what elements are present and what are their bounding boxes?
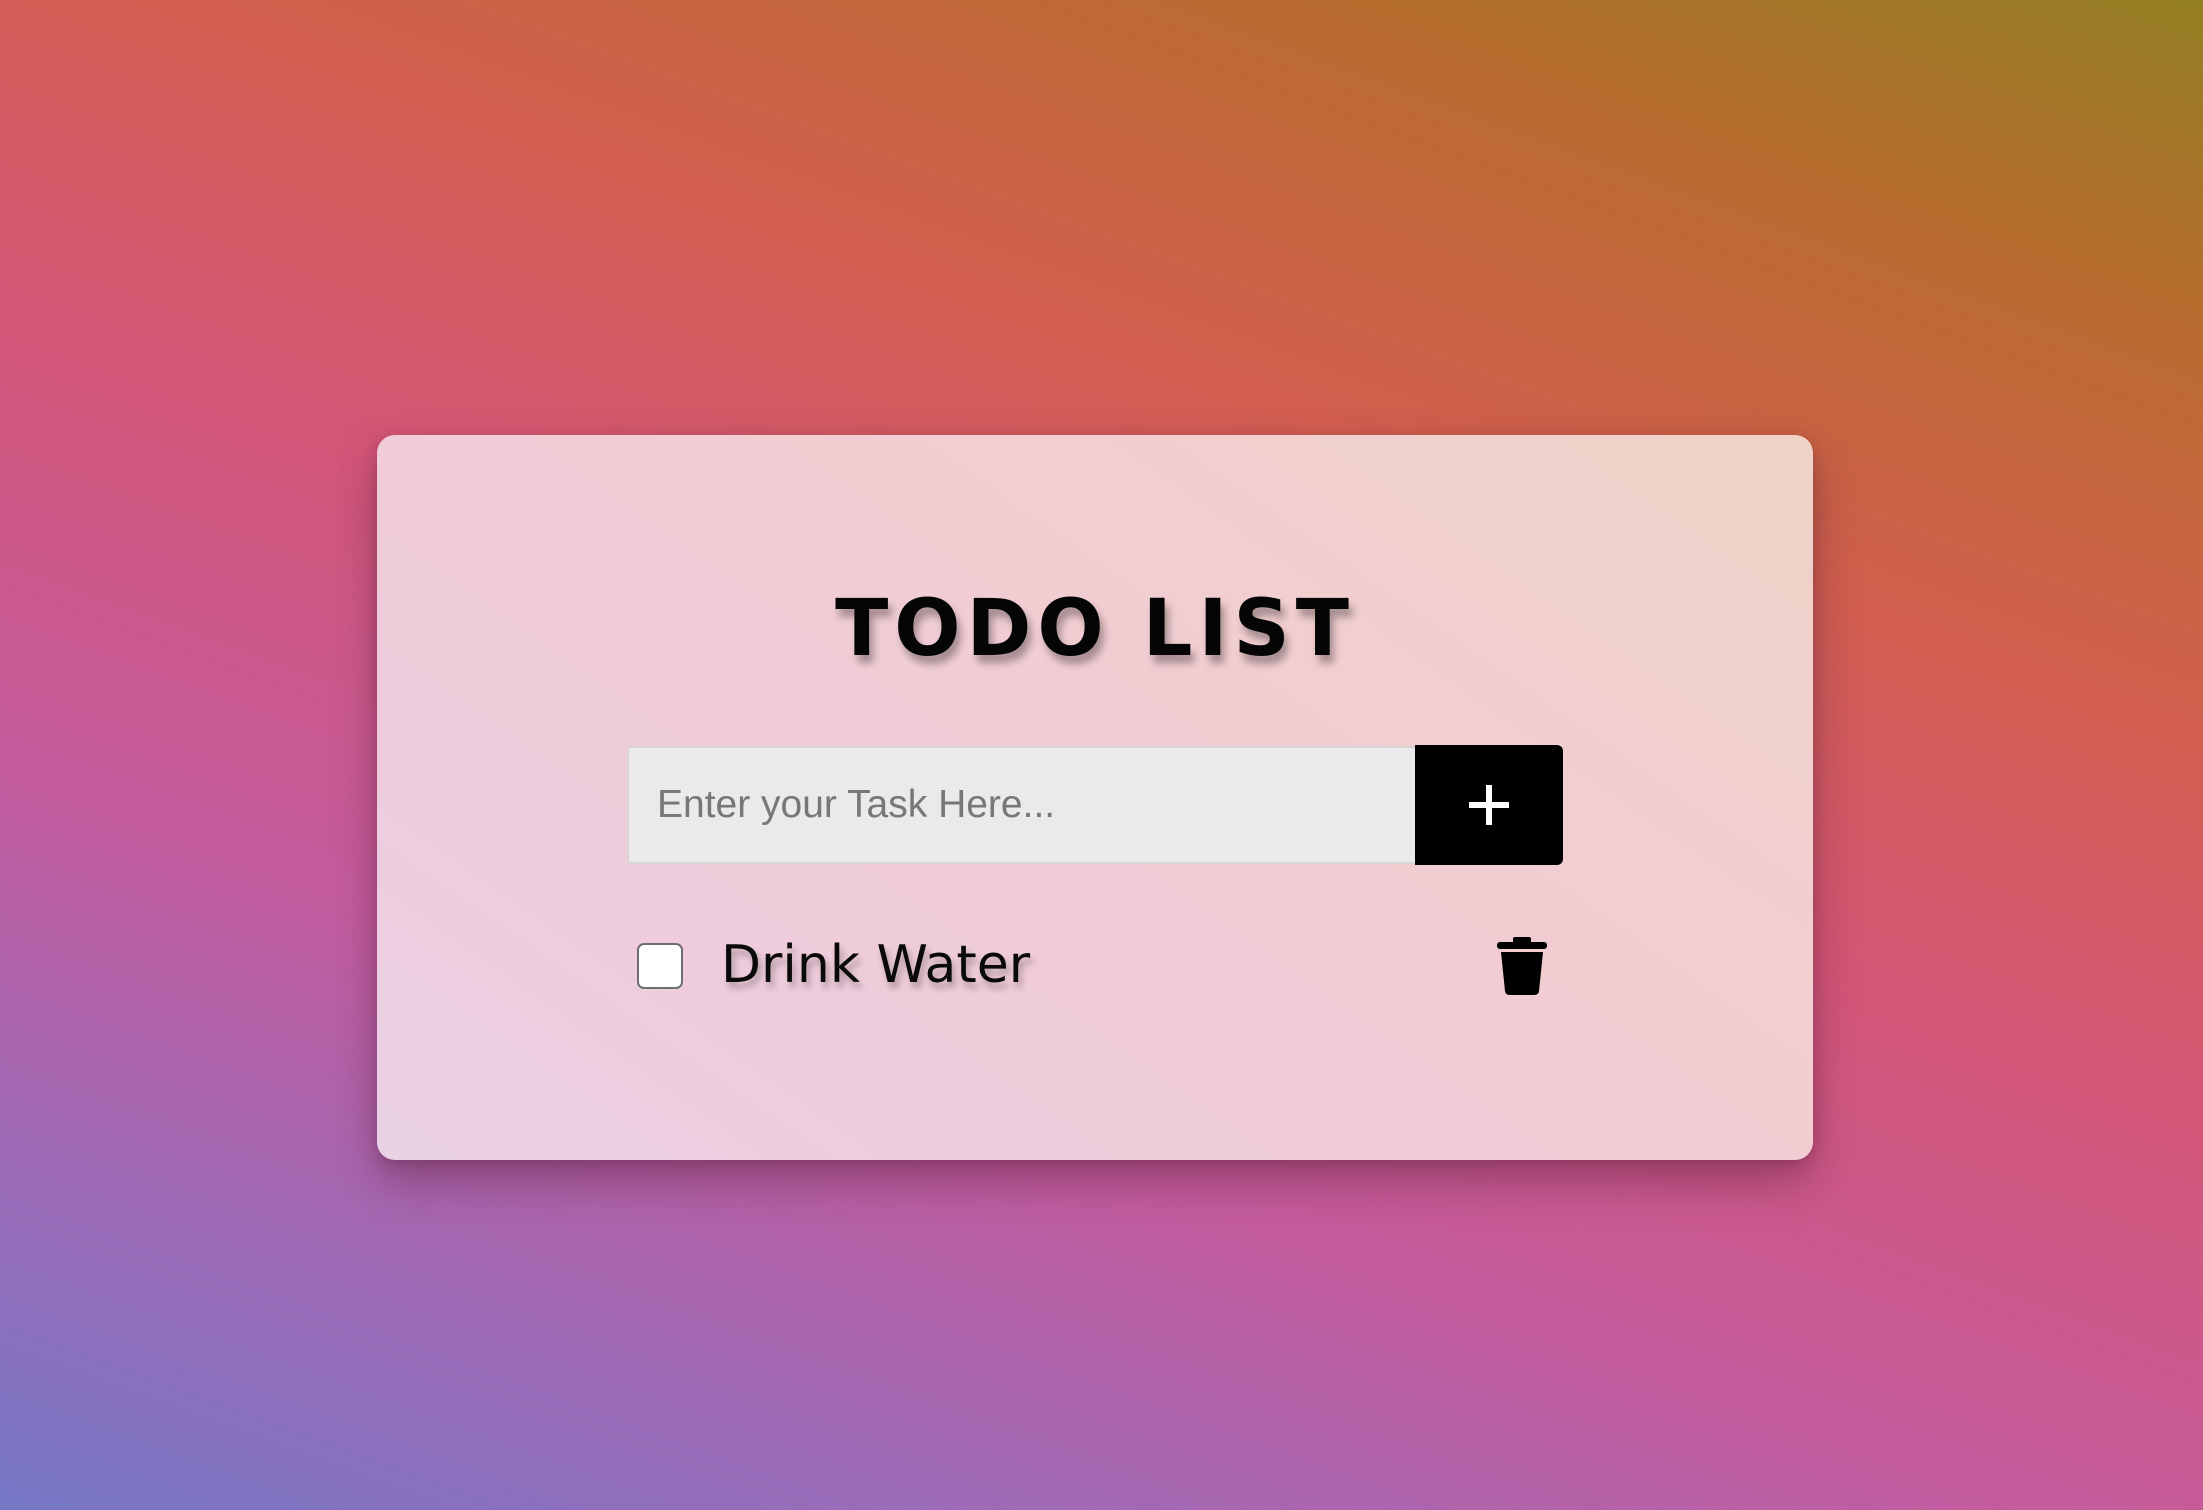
page-title: TODO LIST xyxy=(835,584,1355,674)
list-item: Drink Water xyxy=(637,920,1557,1012)
plus-icon xyxy=(1469,785,1509,825)
todo-label: Drink Water xyxy=(721,935,1031,995)
task-input[interactable] xyxy=(627,746,1415,864)
trash-icon xyxy=(1497,937,1547,995)
task-input-row xyxy=(627,745,1563,865)
todo-checkbox[interactable] xyxy=(637,943,683,989)
todo-card: TODO LIST Drink Water xyxy=(377,435,1813,1160)
delete-task-button[interactable] xyxy=(1487,930,1557,1002)
add-task-button[interactable] xyxy=(1415,745,1563,865)
